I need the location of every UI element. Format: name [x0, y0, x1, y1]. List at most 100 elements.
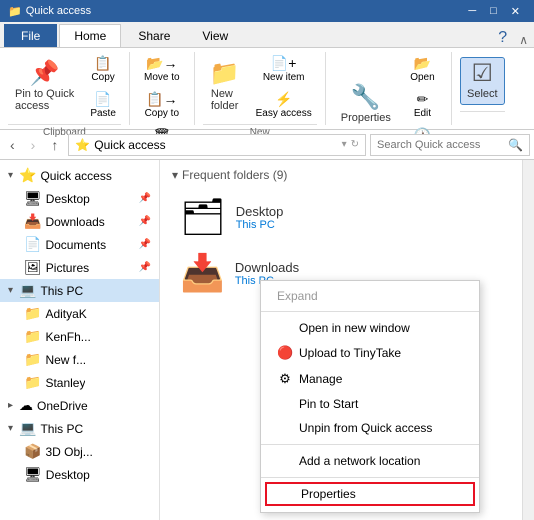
ctx-expand-label: Expand	[277, 289, 318, 303]
sidebar-label-stanley: Stanley	[45, 376, 85, 390]
list-item[interactable]: 🗂 Desktop This PC	[172, 190, 522, 244]
new-buttons: 📁 Newfolder 📄+ New item ⚡ Easy access	[203, 52, 317, 122]
copy-button[interactable]: 📋 Copy	[85, 52, 121, 86]
ctx-add-network-label: Add a network location	[299, 454, 420, 468]
edit-button[interactable]: ✏ Edit	[402, 88, 443, 122]
maximize-button[interactable]: □	[484, 5, 503, 18]
this-pc-toggle[interactable]: ▾	[8, 285, 13, 296]
tab-share[interactable]: Share	[123, 24, 185, 47]
ctx-add-network[interactable]: Add a network location	[261, 449, 479, 473]
ctx-separator-2	[261, 444, 479, 445]
select-button[interactable]: ☑ Select	[460, 57, 505, 105]
ctx-open-new-window[interactable]: Open in new window	[261, 316, 479, 340]
manage-icon: ⚙	[277, 371, 293, 387]
sidebar-item-adityak[interactable]: 📁 AdityaK	[0, 302, 159, 325]
ribbon-group-clipboard: 📌 Pin to Quickaccess 📋 Copy 📄 Paste Clip…	[0, 52, 130, 125]
close-button[interactable]: ✕	[505, 5, 526, 18]
sidebar-item-new-folder[interactable]: 📁 New f...	[0, 348, 159, 371]
this-pc-icon: 💻	[19, 282, 36, 299]
search-input[interactable]	[377, 139, 508, 151]
sidebar-item-desktop-2[interactable]: 🖥 Desktop	[0, 463, 159, 486]
properties-ribbon-button[interactable]: 🔧 Properties	[334, 81, 398, 129]
sidebar-label-desktop: Desktop	[46, 192, 90, 206]
search-box[interactable]: 🔍	[370, 134, 530, 156]
new-item-button[interactable]: 📄+ New item	[251, 52, 317, 86]
paste-button[interactable]: 📄 Paste	[85, 88, 121, 122]
ribbon-group-open: 🔧 Properties 📂 Open ✏ Edit 🕐 History Ope…	[326, 52, 452, 125]
sidebar-item-3d-obj[interactable]: 📦 3D Obj...	[0, 440, 159, 463]
properties-icon: 🔧	[351, 86, 381, 110]
minimize-button[interactable]: ─	[462, 5, 482, 18]
tab-file[interactable]: File	[4, 24, 57, 47]
address-path[interactable]: ⭐ Quick access ▾ ↻	[68, 134, 366, 156]
app-icon: 📁	[8, 5, 22, 18]
folder-name-desktop: Desktop	[236, 204, 284, 219]
help-button[interactable]: ?	[492, 29, 513, 47]
pin-indicator-4: 📌	[139, 262, 151, 273]
copy-to-button[interactable]: 📋→ Copy to	[138, 88, 186, 122]
adityak-icon: 📁	[24, 305, 41, 322]
ctx-pin-to-start[interactable]: Pin to Start	[261, 392, 479, 416]
edit-icon: ✏	[417, 91, 429, 108]
scrollbar[interactable]	[522, 160, 534, 520]
desktop-folder-icon: 🗂	[180, 196, 226, 238]
sidebar-item-quick-access[interactable]: ▾ ⭐ Quick access	[0, 164, 159, 187]
ribbon-group-new: 📁 Newfolder 📄+ New item ⚡ Easy access Ne…	[195, 52, 326, 125]
ribbon-tabs: File Home Share View ? ∧	[0, 22, 534, 48]
easy-access-button[interactable]: ⚡ Easy access	[251, 88, 317, 122]
back-button[interactable]: ‹	[4, 134, 21, 156]
this-pc-2-toggle[interactable]: ▾	[8, 423, 13, 434]
new-folder-button[interactable]: 📁 Newfolder	[203, 57, 247, 117]
move-to-button[interactable]: 📂→ Move to	[138, 52, 186, 86]
quick-access-toggle[interactable]: ▾	[8, 170, 13, 181]
sidebar-item-desktop[interactable]: 🖥 Desktop 📌	[0, 187, 159, 210]
title-bar: 📁 Quick access ─ □ ✕	[0, 0, 534, 22]
folder-info-desktop: Desktop This PC	[236, 204, 284, 231]
new-folder-sidebar-icon: 📁	[24, 351, 41, 368]
forward-button[interactable]: ›	[25, 134, 42, 156]
ctx-upload-tinytake-label: Upload to TinyTake	[299, 346, 401, 360]
ctx-manage[interactable]: ⚙ Manage	[261, 366, 479, 392]
sidebar-label-downloads: Downloads	[45, 215, 104, 229]
content-area: ▾ Frequent folders (9) 🗂 Desktop This PC…	[160, 160, 534, 520]
onedrive-toggle[interactable]: ▸	[8, 400, 13, 411]
sidebar-item-documents[interactable]: 📄 Documents 📌	[0, 233, 159, 256]
pin-indicator: 📌	[139, 193, 151, 204]
ribbon-collapse[interactable]: ∧	[513, 33, 534, 47]
sidebar-item-downloads[interactable]: 📥 Downloads 📌	[0, 210, 159, 233]
easy-access-icon: ⚡	[275, 91, 292, 108]
sidebar-label-quick-access: Quick access	[40, 169, 111, 183]
sidebar-label-this-pc-2: This PC	[40, 422, 83, 436]
sidebar-item-this-pc-2[interactable]: ▾ 💻 This PC	[0, 417, 159, 440]
move-icon: 📂→	[146, 55, 177, 72]
sidebar-item-kenfh[interactable]: 📁 KenFh...	[0, 325, 159, 348]
ctx-separator-1	[261, 311, 479, 312]
tab-view[interactable]: View	[187, 24, 243, 47]
path-refresh[interactable]: ↻	[351, 139, 359, 150]
tab-home[interactable]: Home	[59, 24, 121, 47]
select-buttons: ☑ Select	[460, 52, 505, 109]
sidebar-item-this-pc[interactable]: ▾ 💻 This PC	[0, 279, 159, 302]
ctx-properties-label: Properties	[301, 487, 356, 501]
stanley-icon: 📁	[24, 374, 41, 391]
window-title: Quick access	[26, 5, 91, 17]
ctx-expand[interactable]: Expand	[261, 285, 479, 307]
sidebar-label-adityak: AdityaK	[45, 307, 86, 321]
pin-to-quick-access-button[interactable]: 📌 Pin to Quickaccess	[8, 57, 81, 117]
sidebar-item-pictures[interactable]: 🖼 Pictures 📌	[0, 256, 159, 279]
ribbon-group-organize: 📂→ Move to 📋→ Copy to 🗑 Delete ✏ Rename …	[130, 52, 195, 125]
open-button[interactable]: 📂 Open	[402, 52, 443, 86]
downloads-icon: 📥	[24, 213, 41, 230]
ctx-upload-tinytake[interactable]: 🔴 Upload to TinyTake	[261, 340, 479, 366]
sidebar-item-stanley[interactable]: 📁 Stanley	[0, 371, 159, 394]
new-item-icon: 📄+	[271, 55, 297, 72]
paste-icon: 📄	[94, 91, 111, 108]
up-button[interactable]: ↑	[45, 134, 64, 156]
ctx-properties[interactable]: Properties	[265, 482, 475, 506]
kenfh-icon: 📁	[24, 328, 41, 345]
sidebar-item-onedrive[interactable]: ▸ ☁ OneDrive	[0, 394, 159, 417]
ctx-unpin-quick-access[interactable]: Unpin from Quick access	[261, 416, 479, 440]
path-dropdown[interactable]: ▾	[342, 139, 347, 150]
pin-indicator-3: 📌	[139, 239, 151, 250]
sidebar: ▾ ⭐ Quick access 🖥 Desktop 📌 📥 Downloads…	[0, 160, 160, 520]
